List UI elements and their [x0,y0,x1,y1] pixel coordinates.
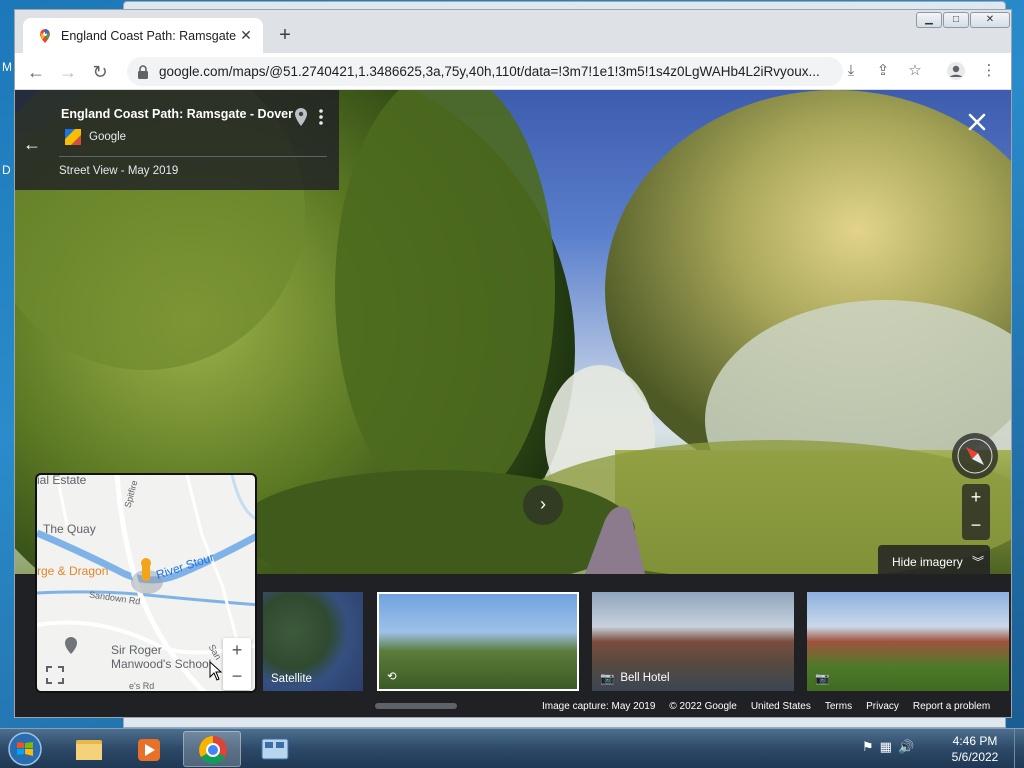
maps-viewport: ← England Coast Path: Ramsgate - Dover G… [15,90,1011,717]
thumb-satellite[interactable]: Satellite [263,592,363,691]
thumb-label: 📷 Bell Hotel [600,672,670,685]
maximize-button[interactable]: □ [943,12,969,28]
tab-google-maps[interactable]: England Coast Path: Ramsgate - Dover ✕ [23,18,263,53]
zoom-out-button[interactable]: − [962,512,990,540]
tab-close-icon[interactable]: ✕ [237,27,255,44]
chevrons-down-icon: ︾ [972,555,985,569]
attribution-footer: Image capture: May 2019 © 2022 Google Un… [542,701,990,715]
place-title: England Coast Path: Ramsgate - Dover [61,107,293,121]
back-arrow-icon[interactable]: ← [23,134,41,155]
thumb-label: Satellite [271,673,312,685]
hide-imagery-button[interactable]: Hide imagery ︾ [878,545,990,574]
camera-icon: 📷 [815,673,830,685]
network-icon[interactable]: ▦ [880,739,892,755]
more-options-icon[interactable] [318,108,324,126]
back-icon[interactable]: ← [23,59,49,85]
share-icon[interactable]: ⇪ [871,59,895,83]
minimap-zoom-in-button[interactable]: + [223,638,251,664]
browser-toolbar: ← → ↻ google.com/maps/@51.2740421,1.3486… [15,53,1011,90]
map-label-dragon: rge & Dragon [37,564,109,578]
navigate-forward-arrow[interactable]: › [523,485,563,525]
media-player-taskbar-button[interactable] [120,731,178,767]
image-capture-date: Image capture: May 2019 [542,701,656,712]
zoom-in-button[interactable]: + [962,484,990,512]
street-view-zoom: + − [962,484,990,540]
windows-taskbar: ⚑ ▦ 🔊 4:46 PM 5/6/2022 [0,728,1024,768]
tab-title: England Coast Path: Ramsgate - Dover [61,28,237,43]
compass-icon[interactable] [952,433,998,479]
address-bar[interactable]: google.com/maps/@51.2740421,1.3486625,3a… [127,57,843,86]
thumb-current-street-view[interactable]: ⟲ [377,592,579,691]
show-desktop-button[interactable] [1014,729,1024,768]
volume-icon[interactable]: 🔊 [898,739,914,755]
map-label-quay: The Quay [43,522,96,536]
filmstrip-scrollbar[interactable] [375,703,457,709]
system-tray: ⚑ ▦ 🔊 [862,739,914,755]
minimap[interactable]: ial Estate The Quay rge & Dragon River S… [35,473,257,693]
report-problem-link[interactable]: Report a problem [913,701,990,715]
google-maps-logo-icon [65,129,81,145]
download-icon[interactable]: ⤓ [839,59,863,83]
new-tab-button[interactable]: + [273,24,297,48]
url-text[interactable]: google.com/maps/@51.2740421,1.3486625,3a… [159,64,833,79]
window-controls: ▁ □ ✕ [915,12,1010,28]
browser-window: England Coast Path: Ramsgate - Dover ✕ +… [14,9,1012,718]
flag-alert-icon[interactable]: ⚑ [862,739,874,755]
bookmark-star-icon[interactable]: ☆ [903,59,927,83]
thumb-label: 📷 [815,671,835,685]
profile-avatar-icon[interactable] [944,59,968,83]
provider-label: Google [89,131,127,143]
hide-imagery-label: Hide imagery [892,555,963,569]
street-view-date[interactable]: Street View - May 2019 [59,165,178,177]
map-label-estate: ial Estate [37,473,87,487]
explorer-taskbar-button[interactable] [60,731,118,767]
mouse-cursor-icon [209,661,223,681]
taskbar-clock[interactable]: 4:46 PM 5/6/2022 [940,733,1010,765]
360-rotate-icon: ⟲ [387,671,397,683]
chrome-taskbar-button[interactable] [183,731,241,767]
desktop-fragment: D [2,163,11,177]
expand-map-icon[interactable] [45,665,65,685]
close-window-button[interactable]: ✕ [970,12,1010,28]
thumb-bell-hotel[interactable]: 📷 Bell Hotel [592,592,794,691]
clock-date: 5/6/2022 [951,750,999,764]
desktop-fragment: M [2,60,12,74]
lock-icon [138,64,148,79]
menu-kebab-icon[interactable]: ⋮ [977,59,1001,83]
region-link[interactable]: United States [751,701,811,715]
close-street-view-icon[interactable] [965,110,989,134]
reload-icon[interactable]: ↻ [87,59,113,85]
forward-icon[interactable]: → [55,59,81,85]
place-info-card: ← England Coast Path: Ramsgate - Dover G… [15,90,339,190]
map-label-rd: e's Rd [129,681,155,691]
card-divider [59,156,327,157]
thumb-garden-house[interactable]: 📷 [807,592,1009,691]
privacy-link[interactable]: Privacy [866,701,899,715]
tab-strip: England Coast Path: Ramsgate - Dover ✕ +… [15,10,1011,53]
location-pin-icon[interactable] [294,108,308,126]
camera-icon: 📷 [600,673,615,685]
map-label-school: Sir Roger Manwood's School [111,643,212,671]
minimize-button[interactable]: ▁ [916,12,942,28]
start-button[interactable] [6,731,44,767]
copyright-text: © 2022 Google [669,701,737,712]
thumb-label: ⟲ [387,669,403,683]
minimap-zoom: + − [223,638,251,690]
control-panel-taskbar-button[interactable] [246,731,304,767]
terms-link[interactable]: Terms [825,701,852,715]
clock-time: 4:46 PM [952,734,998,748]
maps-pin-icon [40,28,50,43]
minimap-zoom-out-button[interactable]: − [223,664,251,690]
